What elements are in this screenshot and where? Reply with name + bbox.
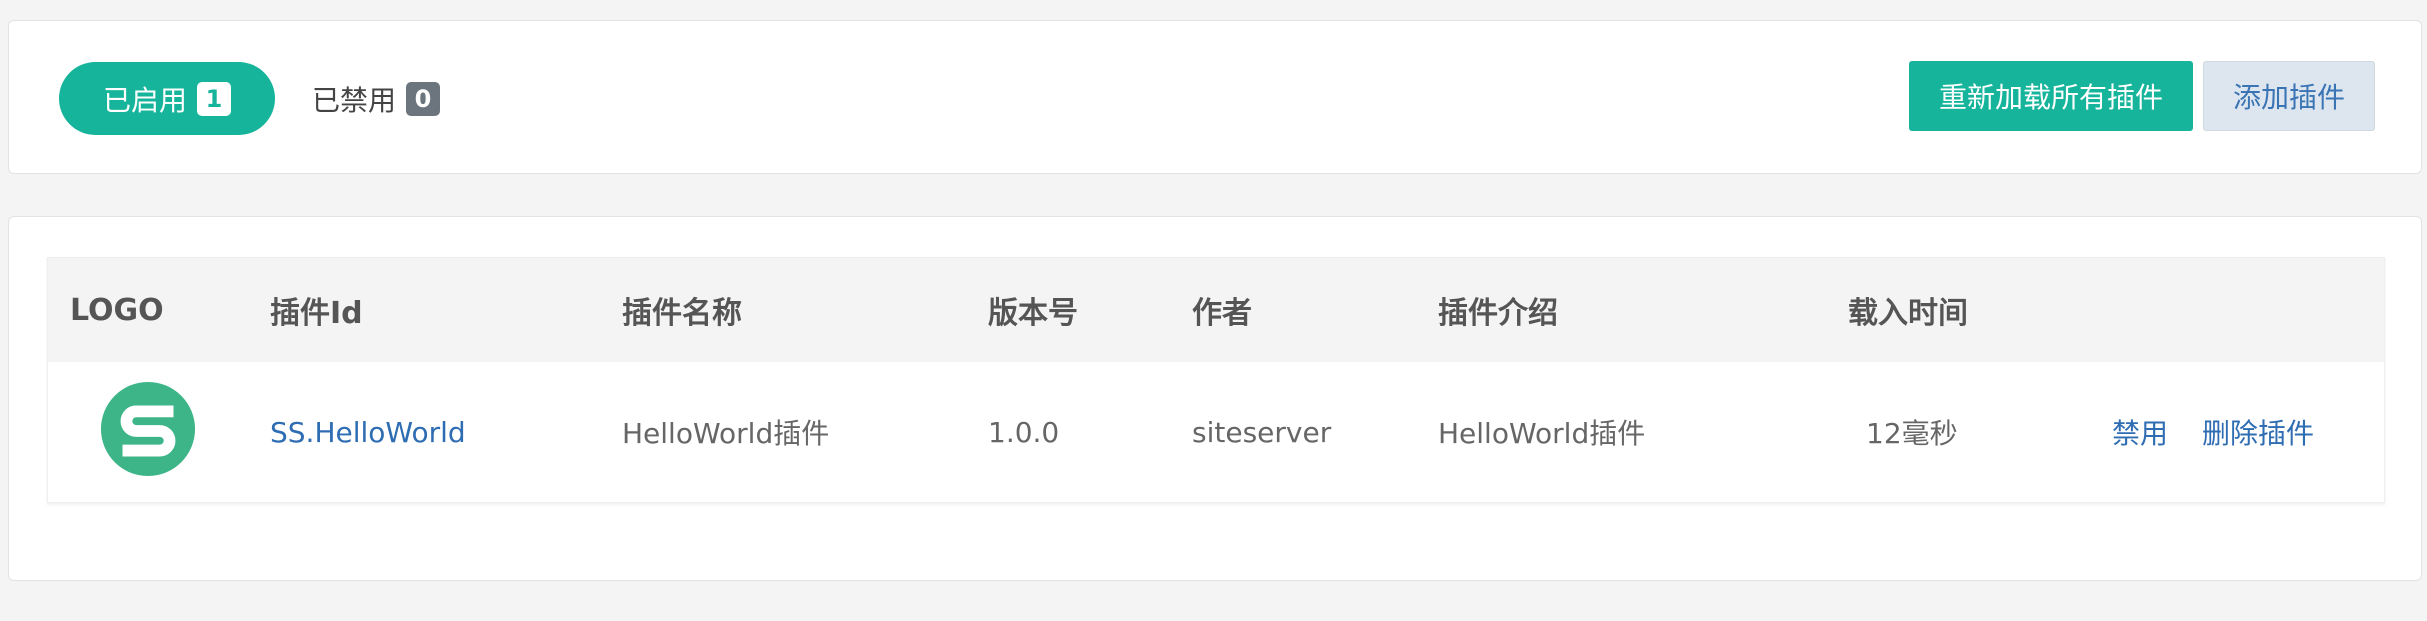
plugin-list-card: LOGO 插件Id 插件名称 版本号 作者 插件介绍 载入时间 SS.Hello… — [8, 216, 2422, 581]
tab-enabled-label: 已启用 — [102, 83, 187, 117]
plugin-name: HelloWorld插件 — [622, 417, 830, 450]
plugin-version: 1.0.0 — [988, 415, 1060, 449]
header-logo: LOGO — [70, 292, 164, 328]
header-load-time: 载入时间 — [1848, 296, 1968, 331]
plugin-load-time: 12毫秒 — [1866, 417, 1958, 450]
add-plugin-button[interactable]: 添加插件 — [2203, 61, 2375, 131]
plugin-logo-cell — [98, 362, 198, 502]
plugin-description: HelloWorld插件 — [1438, 417, 1646, 450]
tab-disabled[interactable]: 已禁用 0 — [301, 62, 451, 135]
delete-plugin-link[interactable]: 删除插件 — [2202, 362, 2314, 502]
tab-enabled[interactable]: 已启用 1 — [59, 62, 275, 135]
header-plugin-id: 插件Id — [270, 296, 363, 331]
plugin-author: siteserver — [1192, 415, 1332, 449]
plugin-id-link[interactable]: SS.HelloWorld — [270, 362, 466, 502]
header-version: 版本号 — [988, 296, 1078, 331]
plugin-table: LOGO 插件Id 插件名称 版本号 作者 插件介绍 载入时间 SS.Hello… — [47, 257, 2385, 503]
reload-all-plugins-button[interactable]: 重新加载所有插件 — [1909, 61, 2193, 131]
header-plugin-name: 插件名称 — [622, 296, 742, 331]
plugin-toolbar-card: 已启用 1 已禁用 0 重新加载所有插件 添加插件 — [8, 20, 2422, 174]
siteserver-logo-icon — [99, 380, 197, 485]
disable-plugin-link[interactable]: 禁用 — [2112, 362, 2168, 502]
table-header: LOGO 插件Id 插件名称 版本号 作者 插件介绍 载入时间 — [48, 258, 2384, 362]
tab-disabled-label: 已禁用 — [311, 83, 396, 117]
disabled-count-badge: 0 — [406, 81, 440, 116]
header-author: 作者 — [1192, 296, 1252, 331]
header-description: 插件介绍 — [1438, 296, 1558, 331]
enabled-count-badge: 1 — [197, 81, 231, 116]
